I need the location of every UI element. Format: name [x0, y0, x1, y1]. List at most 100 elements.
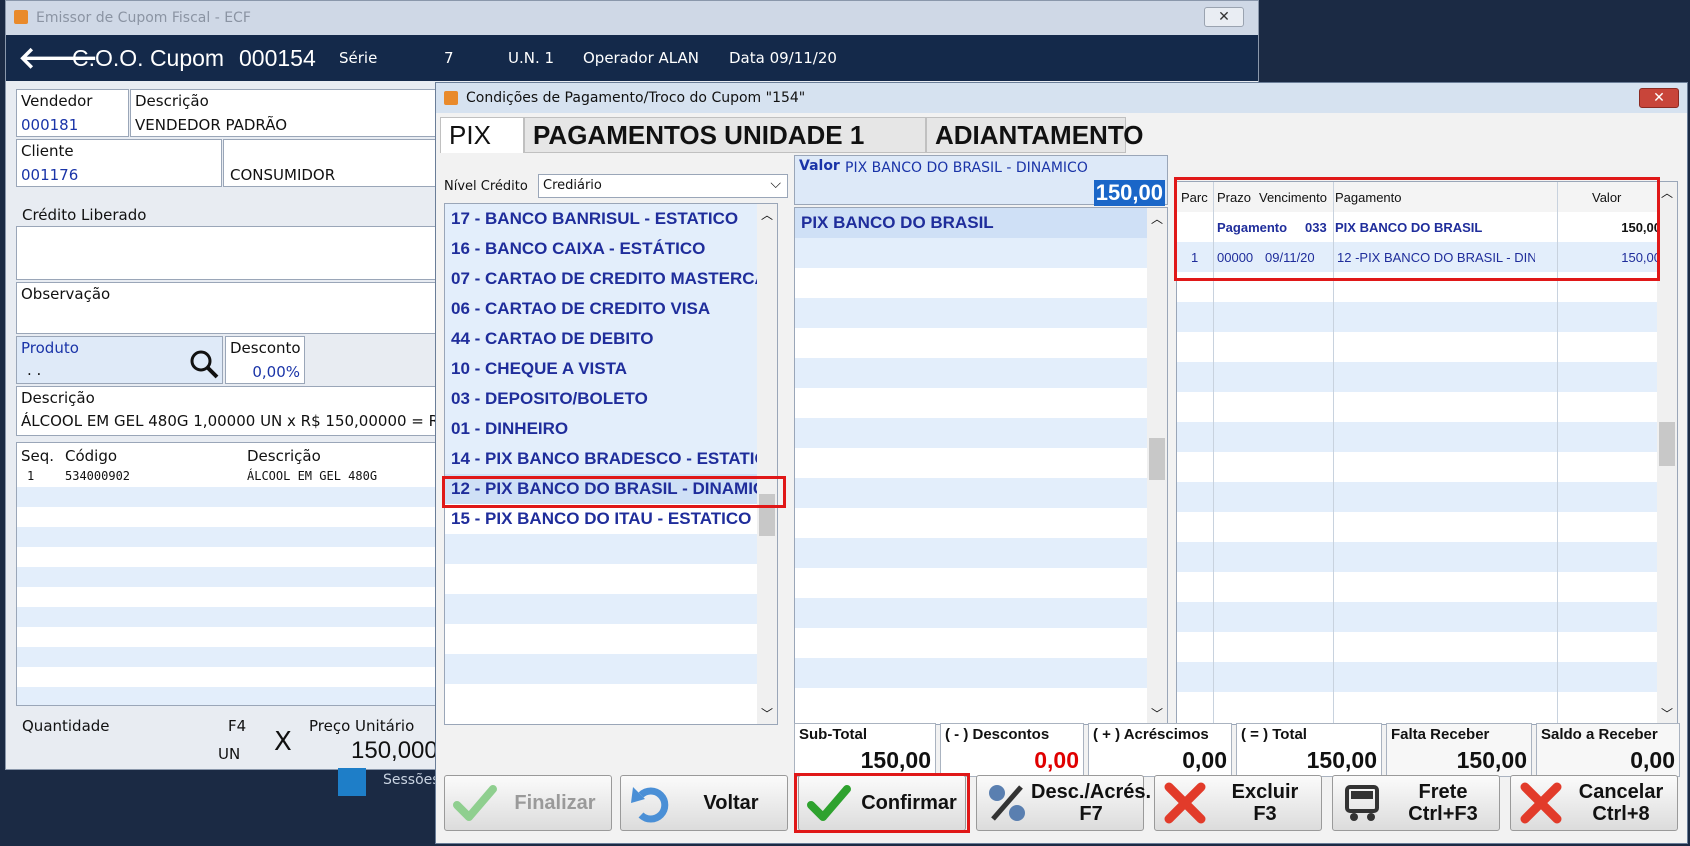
- grid-header-seq: Seq.: [21, 447, 55, 465]
- quantidade-label: Quantidade: [22, 717, 110, 735]
- list-item: [795, 298, 1149, 328]
- cliente-field[interactable]: Cliente 001176: [16, 139, 222, 187]
- falta-receber-box: Falta Receber 150,00: [1386, 723, 1532, 777]
- voltar-label: Voltar: [703, 792, 759, 814]
- scroll-down-icon[interactable]: ﹀: [1151, 705, 1163, 722]
- vendedor-code: 000181: [21, 116, 79, 134]
- produto-field[interactable]: Produto . .: [16, 336, 223, 384]
- list-item: [795, 268, 1149, 298]
- payment-list-scrollbar[interactable]: ︿ ﹀: [757, 204, 777, 724]
- list-item[interactable]: 01 - DINHEIRO: [445, 414, 759, 444]
- frete-button[interactable]: Frete Ctrl+F3: [1332, 775, 1500, 831]
- vendedor-field[interactable]: Vendedor 000181: [16, 89, 129, 137]
- tab-pix[interactable]: PIX: [440, 117, 524, 153]
- list-item[interactable]: 07 - CARTAO DE CREDITO MASTERCARD: [445, 264, 759, 294]
- list-item: [445, 624, 759, 654]
- table-row: [1177, 392, 1677, 422]
- observacao-field[interactable]: Observação: [16, 282, 442, 334]
- credito-label: Crédito Liberado: [22, 206, 147, 224]
- cancelar-text: Cancelar Ctrl+8: [1565, 781, 1677, 825]
- header-pagamento: Pagamento: [1335, 189, 1402, 205]
- dialog-close-button[interactable]: ✕: [1639, 88, 1679, 108]
- list-item: [795, 688, 1149, 718]
- confirmar-label: Confirmar: [861, 792, 957, 814]
- scroll-down-icon[interactable]: ﹀: [1661, 705, 1673, 722]
- installments-scrollbar[interactable]: ︿ ﹀: [1657, 182, 1677, 724]
- sessoes-icon[interactable]: [338, 768, 366, 796]
- list-item[interactable]: PIX BANCO DO BRASIL: [795, 208, 1149, 238]
- desconto-field[interactable]: Desconto 0,00%: [225, 336, 305, 384]
- scroll-down-icon[interactable]: ﹀: [761, 705, 773, 722]
- col-separator: [1333, 182, 1334, 724]
- list-item[interactable]: 10 - CHEQUE A VISTA: [445, 354, 759, 384]
- descontos-label: ( - ) Descontos: [945, 726, 1050, 743]
- cancelar-button[interactable]: Cancelar Ctrl+8: [1510, 775, 1678, 831]
- total-label: ( = ) Total: [1241, 726, 1307, 743]
- excluir-button[interactable]: Excluir F3: [1154, 775, 1322, 831]
- list-item: [795, 358, 1149, 388]
- list-item[interactable]: 15 - PIX BANCO DO ITAU - ESTATICO: [445, 504, 759, 534]
- scroll-up-icon[interactable]: ︿: [1661, 184, 1673, 201]
- tab-pagamentos-unidade[interactable]: PAGAMENTOS UNIDADE 1: [524, 117, 926, 153]
- table-row: [1177, 422, 1677, 452]
- list-item[interactable]: 17 - BANCO BANRISUL - ESTATICO: [445, 204, 759, 234]
- search-icon[interactable]: [189, 349, 219, 379]
- header-parc: Parc: [1181, 189, 1208, 205]
- list-item-selected[interactable]: 12 - PIX BANCO DO BRASIL - DINAMICO: [445, 474, 759, 504]
- items-grid: Seq. Código Descrição 1 534000902 ÁLCOOL…: [16, 442, 442, 706]
- scroll-up-icon[interactable]: ︿: [761, 206, 773, 223]
- list-item: [795, 658, 1149, 688]
- summary-label: Pagamento: [1217, 219, 1288, 235]
- table-row: [1177, 362, 1677, 392]
- list-item: [795, 418, 1149, 448]
- subtotal-box: Sub-Total 150,00: [794, 723, 936, 777]
- list-item[interactable]: 14 - PIX BANCO BRADESCO - ESTATICO: [445, 444, 759, 474]
- header-valor: Valor: [1592, 189, 1622, 205]
- list-item[interactable]: 06 - CARTAO DE CREDITO VISA: [445, 294, 759, 324]
- nivel-credito-select[interactable]: Crediário ⌵: [538, 174, 788, 198]
- descontos-value: 0,00: [1034, 747, 1079, 773]
- scroll-up-icon[interactable]: ︿: [1151, 210, 1163, 227]
- tab-adiantamento[interactable]: ADIANTAMENTO: [926, 117, 1143, 153]
- descontos-box: ( - ) Descontos 0,00: [940, 723, 1084, 777]
- sessoes-label[interactable]: Sessões: [383, 772, 440, 788]
- table-row[interactable]: 1 534000902 ÁLCOOL EM GEL 480G: [17, 467, 441, 487]
- credito-field[interactable]: [16, 226, 442, 280]
- list-item[interactable]: 44 - CARTAO DE DEBITO: [445, 324, 759, 354]
- selected-methods-list: PIX BANCO DO BRASIL ︿ ﹀: [794, 207, 1168, 725]
- preco-label: Preço Unitário: [309, 717, 415, 735]
- undo-arrow-icon: [631, 787, 669, 823]
- preco-value: 150,000: [351, 737, 438, 764]
- list-item[interactable]: 03 - DEPOSITO/BOLETO: [445, 384, 759, 414]
- finalizar-button[interactable]: Finalizar: [444, 775, 612, 831]
- grid-header-codigo: Código: [65, 447, 118, 465]
- ecf-window-title: Emissor de Cupom Fiscal - ECF: [36, 10, 251, 26]
- desconto-value: 0,00%: [252, 363, 300, 381]
- summary-code: 033: [1305, 219, 1327, 235]
- un-label: U.N. 1: [508, 49, 555, 67]
- selected-list-scrollbar[interactable]: ︿ ﹀: [1147, 208, 1167, 724]
- app-logo-icon: [14, 10, 28, 24]
- confirmar-button[interactable]: Confirmar: [798, 775, 966, 831]
- cliente-label: Cliente: [21, 142, 74, 160]
- scroll-thumb[interactable]: [759, 494, 775, 536]
- voltar-button[interactable]: Voltar: [620, 775, 788, 831]
- vendedor-desc-field: Descrição VENDEDOR PADRÃO: [130, 89, 442, 137]
- produto-value: . .: [27, 361, 42, 379]
- frete-line1: Frete: [1418, 781, 1468, 803]
- ecf-close-button[interactable]: ✕: [1204, 7, 1244, 27]
- valor-field[interactable]: Valor PIX BANCO DO BRASIL - DINAMICO 150…: [794, 155, 1168, 206]
- table-row[interactable]: 1 00000 09/11/20 12 -PIX BANCO DO BRASIL…: [1177, 242, 1677, 272]
- cancelar-line2: Ctrl+8: [1592, 803, 1650, 825]
- payment-method-list: 17 - BANCO BANRISUL - ESTATICO 16 - BANC…: [444, 203, 778, 725]
- col-separator: [1213, 182, 1214, 724]
- vendedor-label: Vendedor: [21, 92, 93, 110]
- valor-value: 150,00: [1093, 180, 1165, 206]
- scroll-thumb[interactable]: [1659, 422, 1675, 466]
- check-icon: [807, 785, 851, 821]
- scroll-thumb[interactable]: [1149, 438, 1165, 480]
- valor-desc: PIX BANCO DO BRASIL - DINAMICO: [845, 160, 1088, 176]
- list-item[interactable]: 16 - BANCO CAIXA - ESTÁTICO: [445, 234, 759, 264]
- list-item: [445, 654, 759, 684]
- desc-acres-button[interactable]: Desc./Acrés. F7: [976, 775, 1151, 831]
